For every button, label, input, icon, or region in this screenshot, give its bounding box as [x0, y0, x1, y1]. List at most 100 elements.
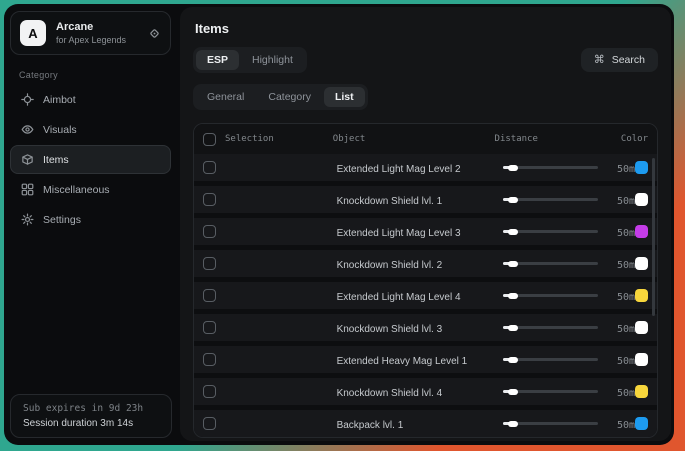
session-info-card: Sub expires in 9d 23h Session duration 3…	[10, 394, 172, 438]
slider-thumb[interactable]	[508, 293, 518, 299]
row-checkbox[interactable]	[203, 193, 216, 206]
color-swatch[interactable]	[635, 161, 648, 174]
slider-thumb[interactable]	[508, 325, 518, 331]
sidebar: A Arcane for Apex Legends Category Aimbo…	[4, 4, 177, 445]
distance-value: 50m	[617, 196, 635, 207]
row-checkbox[interactable]	[203, 417, 216, 430]
object-name: Extended Light Mag Level 2	[337, 164, 461, 175]
row-checkbox[interactable]	[203, 257, 216, 270]
table-row: Extended Heavy Mag Level 1 50m	[194, 346, 657, 373]
table-row: Extended Light Mag Level 3 50m	[194, 218, 657, 245]
object-name: Knockdown Shield lvl. 3	[337, 324, 443, 335]
distance-slider[interactable]	[503, 422, 598, 425]
color-swatch[interactable]	[635, 385, 648, 398]
table-scrollbar-thumb[interactable]	[652, 158, 655, 316]
color-swatch[interactable]	[635, 225, 648, 238]
table-header-row: Selection Object Distance Color	[194, 124, 657, 154]
settings-gear-icon	[21, 213, 34, 226]
object-name: Knockdown Shield lvl. 2	[337, 260, 443, 271]
sidebar-item-items[interactable]: Items	[10, 145, 171, 174]
color-swatch[interactable]	[635, 257, 648, 270]
distance-slider[interactable]	[503, 262, 598, 265]
aimbot-reticle-icon	[21, 93, 34, 106]
session-duration: Session duration 3m 14s	[23, 418, 159, 429]
toolbar: ESPHighlight ⌘ Search	[193, 47, 658, 73]
distance-slider[interactable]	[503, 230, 598, 233]
distance-value: 50m	[617, 260, 635, 271]
distance-value: 50m	[617, 356, 635, 367]
row-checkbox[interactable]	[203, 321, 216, 334]
object-name: Knockdown Shield lvl. 4	[337, 388, 443, 399]
items-table: Selection Object Distance Color Extended…	[193, 123, 658, 438]
tab-esp[interactable]: ESP	[196, 50, 239, 70]
row-checkbox[interactable]	[203, 385, 216, 398]
color-swatch[interactable]	[635, 321, 648, 334]
distance-slider[interactable]	[503, 358, 598, 361]
slider-thumb[interactable]	[508, 421, 518, 427]
table-row: Extended Light Mag Level 2 50m	[194, 154, 657, 181]
object-name: Knockdown Shield lvl. 1	[337, 196, 443, 207]
visuals-eye-icon	[21, 123, 34, 136]
distance-value: 50m	[617, 420, 635, 431]
sidebar-item-visuals[interactable]: Visuals	[10, 115, 171, 144]
distance-value: 50m	[617, 324, 635, 335]
command-icon: ⌘	[594, 55, 605, 66]
table-row: Knockdown Shield lvl. 2 50m	[194, 250, 657, 277]
page-title: Items	[195, 21, 658, 36]
app-header-card: A Arcane for Apex Legends	[10, 11, 171, 55]
table-row: Knockdown Shield lvl. 4 50m	[194, 378, 657, 405]
distance-slider[interactable]	[503, 326, 598, 329]
row-checkbox[interactable]	[203, 161, 216, 174]
distance-slider[interactable]	[503, 294, 598, 297]
subscription-expiry: Sub expires in 9d 23h	[23, 403, 159, 414]
column-header-distance: Distance	[495, 134, 538, 144]
app-subtitle: for Apex Legends	[56, 35, 126, 45]
distance-slider[interactable]	[503, 198, 598, 201]
items-box-icon	[21, 153, 34, 166]
distance-value: 50m	[617, 228, 635, 239]
desktop-background: A Arcane for Apex Legends Category Aimbo…	[0, 0, 685, 451]
tab-highlight[interactable]: Highlight	[241, 50, 304, 70]
sidebar-item-misc[interactable]: Miscellaneous	[10, 175, 171, 204]
slider-thumb[interactable]	[508, 229, 518, 235]
object-name: Extended Light Mag Level 3	[337, 228, 461, 239]
sidebar-item-aimbot[interactable]: Aimbot	[10, 85, 171, 114]
app-window: A Arcane for Apex Legends Category Aimbo…	[4, 4, 674, 445]
distance-value: 50m	[617, 388, 635, 399]
color-swatch[interactable]	[635, 289, 648, 302]
search-button[interactable]: ⌘ Search	[581, 48, 658, 72]
row-checkbox[interactable]	[203, 225, 216, 238]
tab-list[interactable]: List	[324, 87, 365, 107]
object-name: Backpack lvl. 1	[337, 420, 404, 431]
color-swatch[interactable]	[635, 193, 648, 206]
sidebar-section-label: Category	[19, 70, 177, 80]
app-name: Arcane	[56, 21, 126, 33]
slider-thumb[interactable]	[508, 261, 518, 267]
object-name: Extended Light Mag Level 4	[337, 292, 461, 303]
slider-thumb[interactable]	[508, 357, 518, 363]
table-body: Extended Light Mag Level 2 50m Knockdown…	[194, 154, 657, 437]
row-checkbox[interactable]	[203, 289, 216, 302]
sidebar-item-settings[interactable]: Settings	[10, 205, 171, 234]
slider-thumb[interactable]	[508, 165, 518, 171]
mode-tab-group: ESPHighlight	[193, 47, 307, 73]
distance-value: 50m	[617, 164, 635, 175]
color-swatch[interactable]	[635, 417, 648, 430]
table-row: Knockdown Shield lvl. 3 50m	[194, 314, 657, 341]
column-header-color: Color	[621, 134, 648, 144]
distance-slider[interactable]	[503, 166, 598, 169]
distance-slider[interactable]	[503, 390, 598, 393]
status-diamond-icon[interactable]	[148, 27, 161, 40]
select-all-checkbox[interactable]	[203, 133, 216, 146]
search-button-label: Search	[612, 54, 645, 66]
tab-category[interactable]: Category	[257, 87, 322, 107]
tab-general[interactable]: General	[196, 87, 255, 107]
sidebar-nav: Aimbot Visuals Items Miscellaneous Setti…	[10, 85, 171, 234]
miscellaneous-grid-icon	[21, 183, 34, 196]
object-name: Extended Heavy Mag Level 1	[337, 356, 468, 367]
row-checkbox[interactable]	[203, 353, 216, 366]
table-row: Backpack lvl. 1 50m	[194, 410, 657, 437]
color-swatch[interactable]	[635, 353, 648, 366]
slider-thumb[interactable]	[508, 197, 518, 203]
slider-thumb[interactable]	[508, 389, 518, 395]
